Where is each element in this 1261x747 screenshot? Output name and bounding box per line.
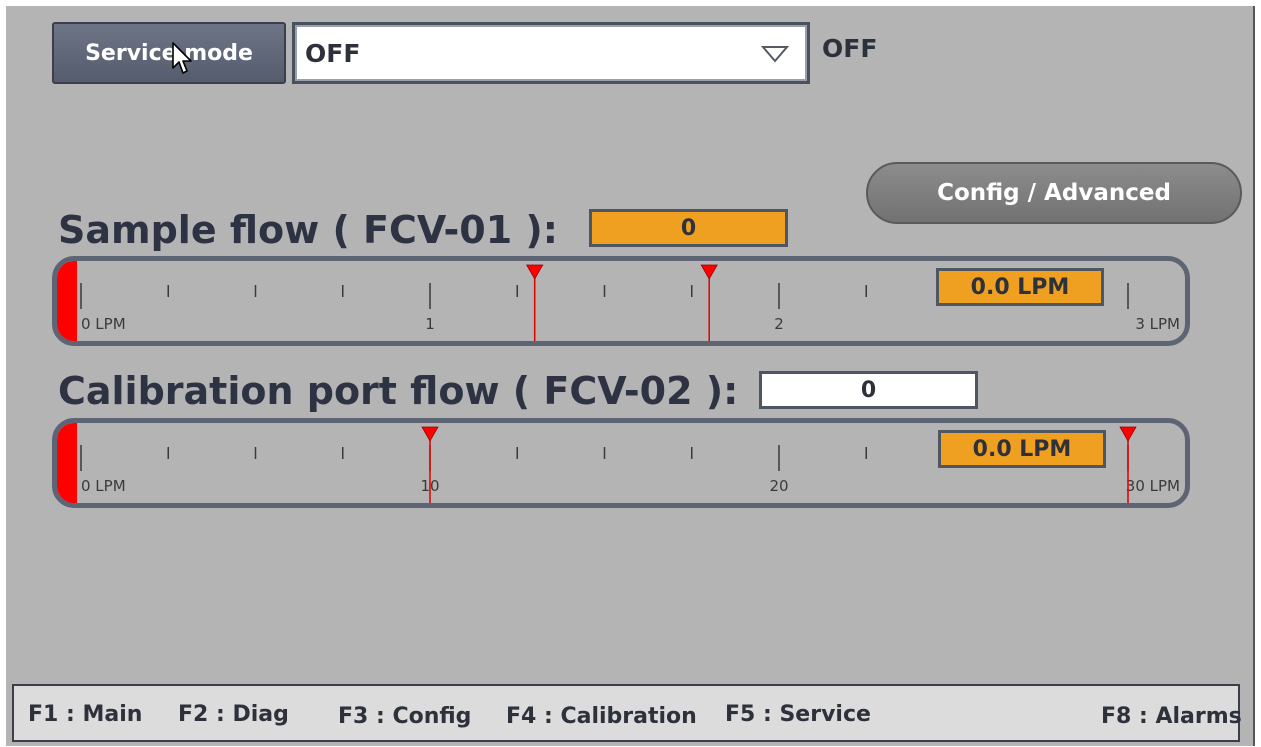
sample-scale-label: 2 bbox=[774, 315, 784, 333]
sample-scale-label: 0 LPM bbox=[81, 315, 126, 333]
calibration-value-bar bbox=[57, 423, 77, 503]
service-mode-status: OFF bbox=[822, 34, 878, 63]
sample-flow-title: Sample flow ( FCV-01 ): bbox=[58, 208, 558, 252]
fkey-config[interactable]: F3 : Config bbox=[338, 704, 471, 729]
sample-scale-label: 1 bbox=[425, 315, 435, 333]
sample-scale-label: 3 LPM bbox=[1135, 315, 1180, 333]
calibration-scale-label: 20 bbox=[769, 477, 788, 495]
config-advanced-button[interactable]: Config / Advanced bbox=[866, 162, 1242, 224]
config-advanced-label: Config / Advanced bbox=[937, 180, 1171, 206]
limit-marker-icon bbox=[1119, 426, 1137, 442]
limit-marker-icon bbox=[700, 264, 718, 280]
service-mode-select[interactable]: OFF bbox=[292, 22, 810, 84]
service-mode-button-label: Service mode bbox=[85, 40, 253, 66]
calibration-flow-setpoint[interactable]: 0 bbox=[759, 371, 978, 409]
screen-edge bbox=[1253, 6, 1255, 746]
calibration-flow-title: Calibration port flow ( FCV-02 ): bbox=[58, 369, 739, 413]
fkey-diag[interactable]: F2 : Diag bbox=[178, 702, 289, 727]
hmi-screen: Service mode OFF OFF Config / Advanced S… bbox=[6, 6, 1254, 746]
fkey-service[interactable]: F5 : Service bbox=[725, 702, 871, 727]
service-mode-button[interactable]: Service mode bbox=[52, 22, 286, 84]
fkey-calibration[interactable]: F4 : Calibration bbox=[506, 704, 697, 729]
calibration-flow-gauge: 0 LPM 10 20 30 LPM 0.0 LPM bbox=[52, 418, 1190, 508]
calibration-scale-label: 30 LPM bbox=[1126, 477, 1180, 495]
mouse-cursor-icon bbox=[172, 42, 192, 74]
fkey-main[interactable]: F1 : Main bbox=[28, 702, 142, 727]
service-mode-select-value: OFF bbox=[305, 38, 361, 68]
sample-flow-setpoint[interactable]: 0 bbox=[589, 209, 788, 247]
sample-value-bar bbox=[57, 261, 77, 341]
calibration-flow-readout: 0.0 LPM bbox=[938, 430, 1106, 468]
fkey-alarms[interactable]: F8 : Alarms bbox=[1101, 704, 1242, 729]
sample-flow-gauge: 0 LPM 1 2 3 LPM 0.0 LPM bbox=[52, 256, 1190, 346]
function-key-bar: F1 : Main F2 : Diag F3 : Config F4 : Cal… bbox=[12, 684, 1242, 742]
calibration-scale-label: 0 LPM bbox=[81, 477, 126, 495]
chevron-down-icon[interactable] bbox=[760, 41, 790, 70]
sample-flow-readout: 0.0 LPM bbox=[936, 268, 1104, 306]
limit-marker-icon bbox=[526, 264, 544, 280]
limit-marker-icon bbox=[421, 426, 439, 442]
